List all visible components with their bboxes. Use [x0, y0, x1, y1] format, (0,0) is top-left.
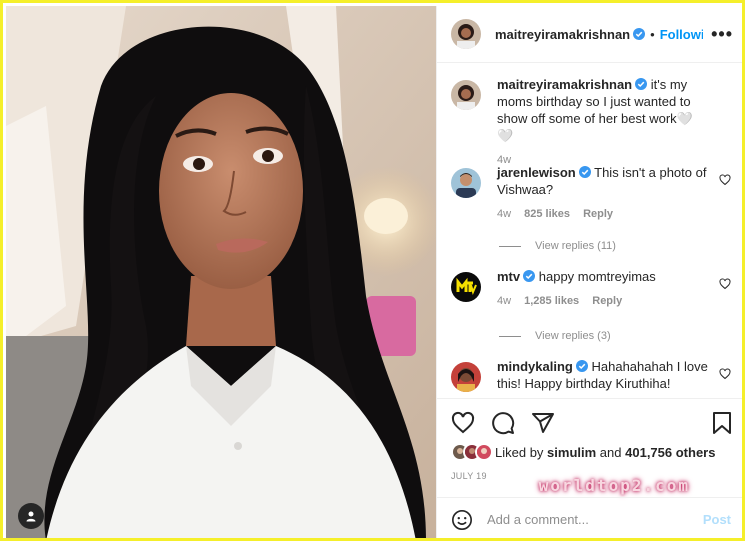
- post-side-panel: maitreyiramakrishnan • Followi ••• maitr…: [436, 6, 742, 538]
- view-replies-button[interactable]: View replies (3): [499, 330, 611, 342]
- follow-button[interactable]: Followi: [660, 27, 703, 42]
- more-options-icon[interactable]: •••: [711, 24, 733, 45]
- comments-list: maitreyiramakrishnan it's my moms birthd…: [437, 64, 742, 398]
- emoji-icon[interactable]: [451, 509, 473, 531]
- comment-time: 4w: [497, 208, 512, 220]
- action-icons-row: [437, 399, 742, 437]
- commenter-avatar[interactable]: [451, 272, 481, 302]
- likes-count[interactable]: 401,756 others: [625, 445, 715, 460]
- caption-row: maitreyiramakrishnan it's my moms birthd…: [451, 76, 731, 169]
- selfie-image: [6, 6, 436, 538]
- commenter-avatar[interactable]: [451, 168, 481, 198]
- author-avatar[interactable]: [451, 19, 481, 49]
- commenter-username[interactable]: mindykaling: [497, 359, 573, 374]
- comment-time: 4w: [497, 295, 512, 307]
- heart-icon[interactable]: [719, 278, 731, 290]
- liker-avatar: [475, 443, 493, 461]
- commenter-username[interactable]: jarenlewison: [497, 165, 576, 180]
- liked-by-user[interactable]: simulim: [547, 445, 596, 460]
- replies-divider-line: [499, 245, 521, 247]
- heart-icon[interactable]: [451, 411, 475, 435]
- view-replies-button[interactable]: View replies (11): [499, 240, 616, 252]
- comment-icon[interactable]: [491, 411, 515, 435]
- liked-by-row: Liked by simulim and 401,756 others: [437, 437, 742, 461]
- commenter-username[interactable]: mtv: [497, 269, 520, 284]
- verified-badge-icon: [575, 360, 588, 372]
- heart-icon[interactable]: [719, 368, 731, 380]
- commenter-avatar[interactable]: [451, 362, 481, 392]
- comment-item: mindykaling Hahahahahah I love this! Hap…: [451, 358, 731, 392]
- reply-button[interactable]: Reply: [583, 208, 613, 220]
- verified-badge-icon: [578, 166, 591, 178]
- caption-username[interactable]: maitreyiramakrishnan: [497, 77, 632, 92]
- view-replies-label: View replies (11): [535, 240, 616, 252]
- bookmark-icon[interactable]: [711, 411, 733, 435]
- likers-avatars[interactable]: [451, 443, 493, 461]
- verified-badge-icon: [523, 270, 536, 282]
- author-username[interactable]: maitreyiramakrishnan: [495, 27, 630, 42]
- post-comment-button[interactable]: Post: [703, 512, 731, 527]
- comment-likes[interactable]: 825 likes: [524, 208, 570, 220]
- post-header: maitreyiramakrishnan • Followi •••: [437, 6, 742, 63]
- user-tag-icon[interactable]: [18, 503, 44, 529]
- replies-divider-line: [499, 335, 521, 337]
- author-avatar[interactable]: [451, 80, 481, 110]
- comment-item: mtv happy momtreyimas 4w 1,285 likes Rep…: [451, 268, 731, 310]
- watermark-text: worldtop2.com: [538, 476, 690, 495]
- add-comment-input[interactable]: [487, 512, 703, 527]
- view-replies-label: View replies (3): [535, 330, 611, 342]
- verified-badge-icon: [633, 28, 646, 40]
- add-comment-bar: Post: [437, 497, 742, 538]
- reply-button[interactable]: Reply: [592, 295, 622, 307]
- comment-likes[interactable]: 1,285 likes: [524, 295, 579, 307]
- liked-by-and: and: [599, 444, 622, 460]
- post-photo[interactable]: [6, 6, 436, 538]
- comment-item: jarenlewison This isn't a photo of Vishw…: [451, 164, 731, 223]
- header-separator: •: [650, 26, 655, 42]
- comment-text: happy momtreyimas: [538, 269, 656, 284]
- verified-badge-icon: [635, 78, 648, 90]
- screenshot-frame: maitreyiramakrishnan • Followi ••• maitr…: [0, 0, 745, 541]
- share-icon[interactable]: [531, 411, 555, 435]
- liked-by-prefix: Liked by: [495, 444, 544, 460]
- heart-icon[interactable]: [719, 174, 731, 186]
